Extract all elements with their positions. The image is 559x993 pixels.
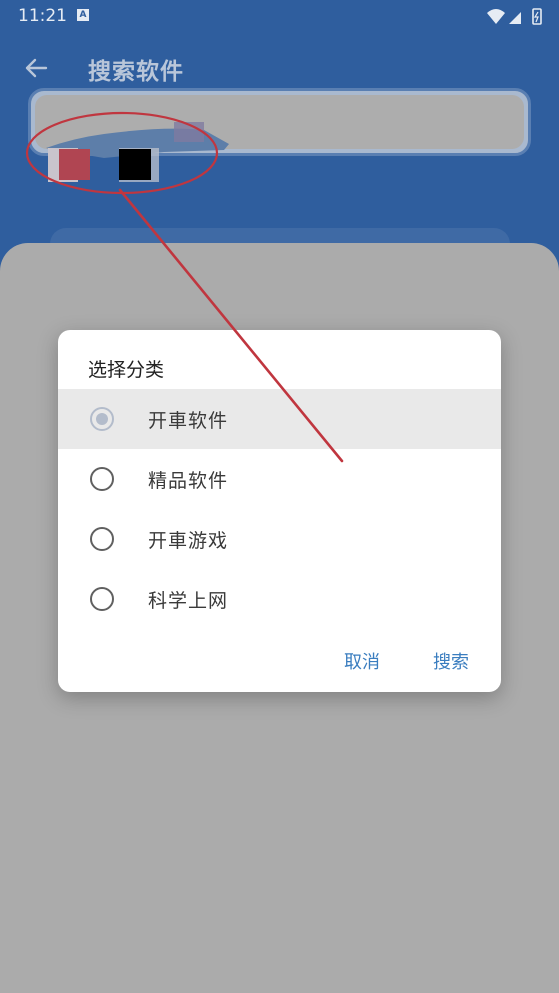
option-label: 开車游戏 — [148, 530, 229, 552]
signal-icon — [509, 12, 521, 24]
back-arrow-icon[interactable] — [22, 54, 50, 82]
option-label: 开車软件 — [148, 410, 229, 432]
status-icons — [487, 8, 542, 25]
radio-checked-icon[interactable] — [90, 407, 114, 431]
search-button[interactable]: 搜索 — [433, 648, 469, 674]
radio-icon[interactable] — [90, 527, 114, 551]
category-dialog: 选择分类 开車软件 精品软件 开車游戏 科学上网 取消 搜索 — [58, 330, 501, 692]
status-bar: 11:21 A — [0, 0, 559, 32]
cancel-button[interactable]: 取消 — [344, 648, 380, 674]
option-kaiche-software[interactable]: 开車软件 — [58, 389, 501, 449]
option-quality-software[interactable]: 精品软件 — [58, 449, 501, 509]
option-label: 精品软件 — [148, 470, 229, 492]
option-label: 科学上网 — [148, 590, 229, 612]
image-block-black — [119, 149, 151, 180]
radio-icon[interactable] — [90, 467, 114, 491]
option-science-internet[interactable]: 科学上网 — [58, 569, 501, 629]
wifi-icon — [487, 9, 505, 24]
dialog-title: 选择分类 — [88, 359, 165, 381]
image-block-red — [59, 149, 90, 180]
radio-icon[interactable] — [90, 587, 114, 611]
notification-icon: A — [77, 9, 89, 21]
status-time: 11:21 — [18, 6, 67, 26]
option-kaiche-games[interactable]: 开車游戏 — [58, 509, 501, 569]
page-title: 搜索软件 — [88, 59, 184, 85]
